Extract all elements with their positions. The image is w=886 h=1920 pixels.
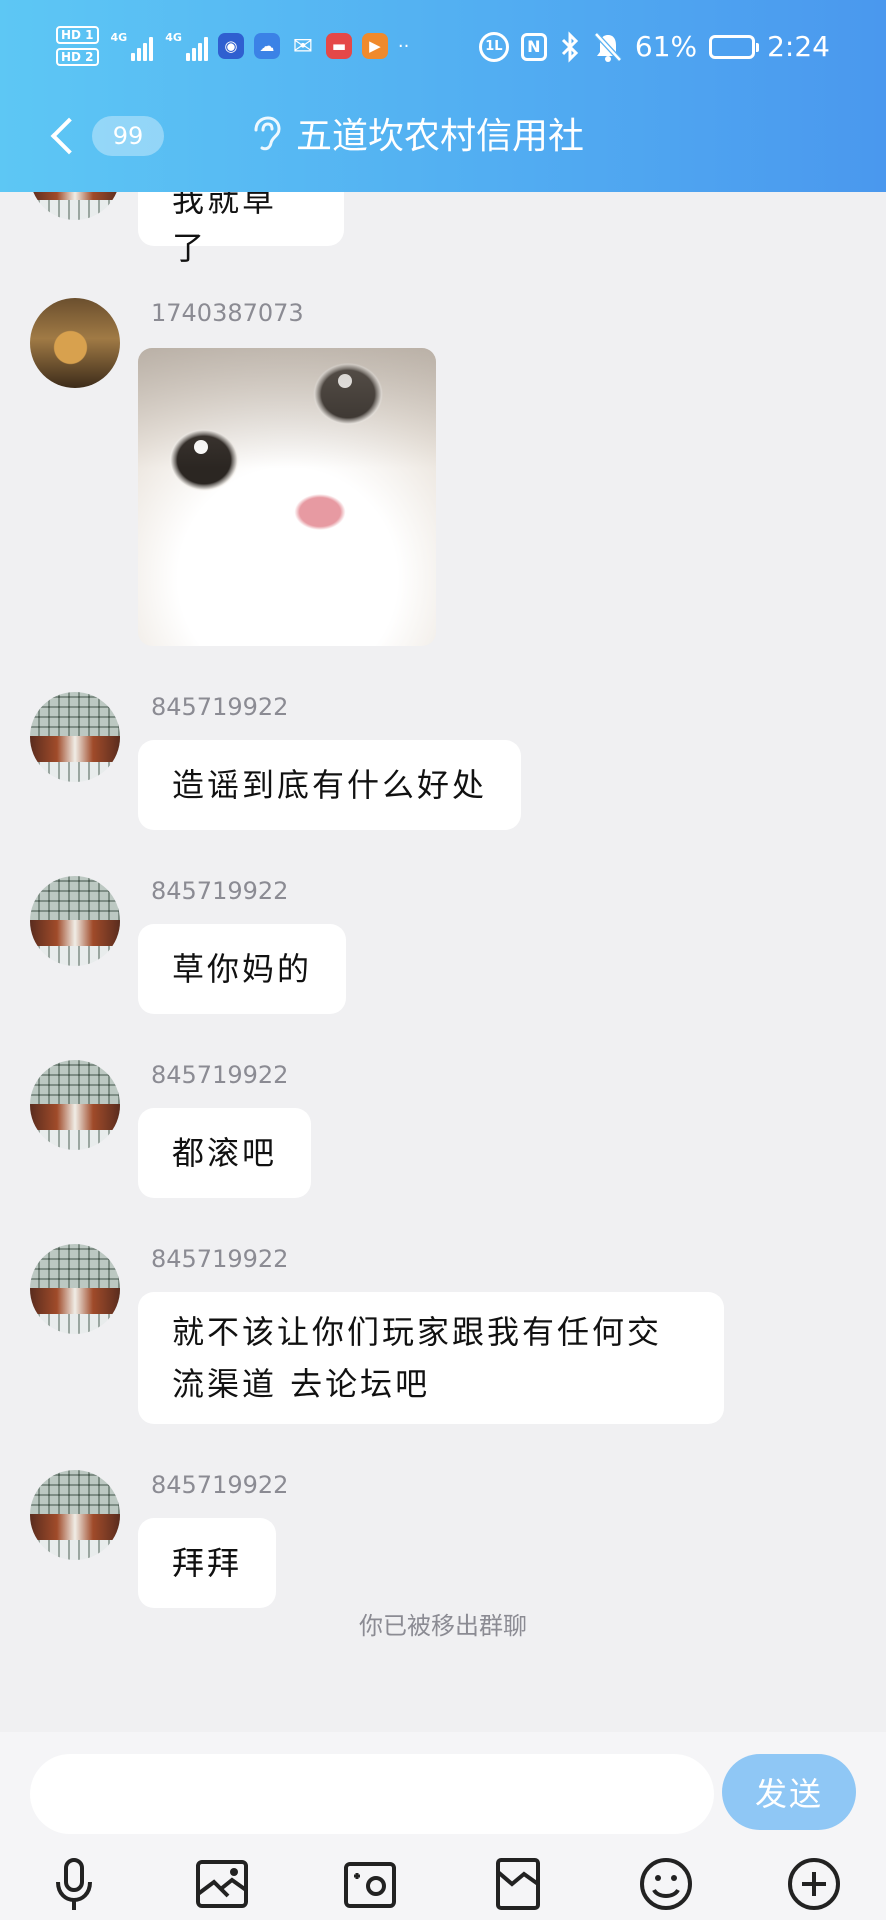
signal-1-icon: 4G (111, 31, 154, 61)
avatar[interactable] (30, 298, 120, 388)
send-button[interactable]: 发送 (722, 1754, 856, 1830)
file-icon[interactable] (488, 1854, 548, 1914)
back-arrow-icon[interactable] (48, 114, 78, 160)
camera-icon[interactable] (340, 1854, 400, 1914)
status-bar: HD 1 HD 2 4G 4G ◉ ☁ ✉ ▬ ▶ ·· 1L N 61% 2:… (0, 0, 886, 100)
video-icon: ▶ (361, 33, 388, 59)
sender-name: 845719922 (151, 877, 289, 905)
avatar[interactable] (30, 1470, 120, 1560)
hd1-badge: HD 1 (56, 26, 99, 44)
cloud-icon: ☁ (253, 33, 280, 59)
battery-percent: 61% (634, 30, 698, 63)
input-toolbar (0, 1854, 886, 1920)
mute-bell-icon (594, 31, 622, 62)
avatar[interactable] (30, 1060, 120, 1150)
sender-name: 845719922 (151, 693, 289, 721)
bluetooth-icon (561, 30, 578, 63)
avatar[interactable] (30, 692, 120, 782)
photo-album-icon[interactable] (192, 1854, 252, 1914)
message-bubble[interactable]: 造谣到底有什么好处 (138, 740, 522, 830)
signal-2-icon: 4G (165, 31, 208, 61)
microphone-icon[interactable] (44, 1854, 104, 1914)
unread-count-badge[interactable]: 99 (92, 116, 164, 156)
group-title[interactable]: 五道坎农村信用社 (296, 113, 584, 161)
message-list[interactable]: 我就草了 1740387073 845719922 造谣到底有什么好处 8457… (0, 192, 886, 1732)
clock: 2:24 (767, 30, 830, 63)
network-type-2: 4G (165, 31, 182, 44)
message-bubble[interactable]: 都滚吧 (138, 1108, 312, 1198)
volte-icon: 1L (478, 31, 509, 62)
status-left: HD 1 HD 2 4G 4G ◉ ☁ ✉ ▬ ▶ ·· (56, 26, 409, 66)
wechat-icon: ✉ (292, 32, 313, 60)
emoji-icon[interactable] (636, 1854, 696, 1914)
hd2-badge: HD 2 (56, 48, 99, 66)
sender-name: 845719922 (151, 1245, 289, 1273)
message-input[interactable] (30, 1754, 714, 1834)
message-line: 流渠道 去论坛吧 (172, 1365, 431, 1403)
hd-indicators: HD 1 HD 2 (56, 26, 99, 66)
sender-name: 1740387073 (151, 299, 304, 327)
status-right: 1L N 61% 2:24 (478, 30, 830, 63)
message-bubble[interactable]: 拜拜 (138, 1518, 277, 1608)
plus-icon[interactable] (784, 1854, 844, 1914)
nfc-icon: N (520, 32, 547, 61)
message-bubble[interactable]: 草你妈的 (138, 924, 347, 1014)
network-type-1: 4G (110, 31, 128, 44)
chat-header: HD 1 HD 2 4G 4G ◉ ☁ ✉ ▬ ▶ ·· 1L N 61% 2:… (0, 0, 886, 192)
ear-icon (254, 116, 281, 151)
cat-photo[interactable] (138, 348, 436, 646)
more-notifications: ·· (397, 35, 410, 57)
input-area: 发送 (0, 1732, 886, 1920)
system-notice: 你已被移出群聊 (359, 1612, 527, 1640)
mail-icon: ▬ (325, 33, 352, 59)
sender-name: 845719922 (151, 1061, 289, 1089)
message-bubble[interactable]: 就不该让你们玩家跟我有任何交 流渠道 去论坛吧 (138, 1292, 724, 1424)
avatar[interactable] (30, 192, 120, 220)
sender-name: 845719922 (151, 1471, 289, 1499)
message-bubble[interactable]: 我就草了 (138, 192, 344, 267)
message-line: 就不该让你们玩家跟我有任何交 (172, 1313, 663, 1351)
browser-icon: ◉ (217, 33, 244, 59)
avatar[interactable] (30, 1244, 120, 1334)
nav-bar: 99 五道坎农村信用社 (0, 100, 886, 192)
avatar[interactable] (30, 876, 120, 966)
battery-icon (709, 34, 760, 59)
